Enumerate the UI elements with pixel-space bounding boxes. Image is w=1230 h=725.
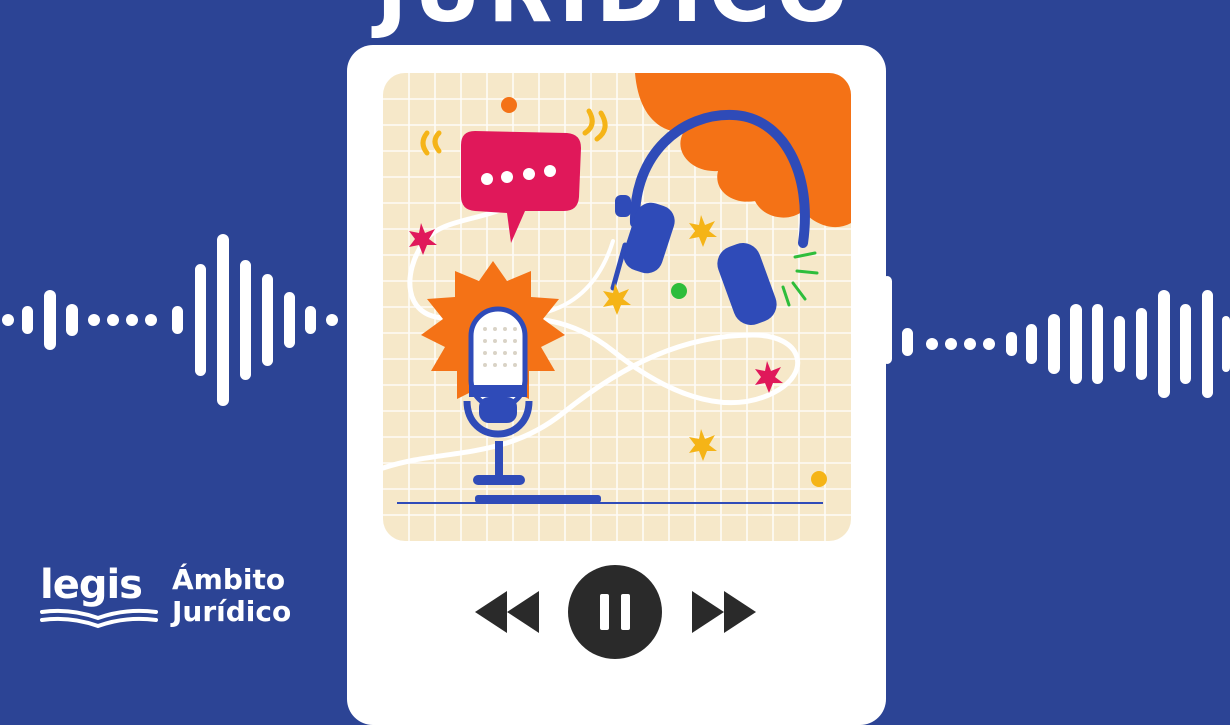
audio-waveform-left — [2, 234, 338, 406]
legis-wordmark: legis — [40, 562, 143, 608]
pause-button[interactable] — [567, 564, 663, 660]
brand-product-line1: Ámbito — [172, 563, 286, 596]
fast-forward-icon — [692, 591, 756, 633]
fast-forward-button[interactable] — [690, 589, 758, 635]
podcast-player-card — [347, 45, 886, 725]
podcast-illustration — [383, 73, 851, 541]
rewind-button[interactable] — [473, 589, 541, 635]
podcast-cover-art — [383, 73, 851, 541]
podcast-title: JURÍDICO — [0, 0, 1230, 42]
brand-product-line2: Jurídico — [172, 595, 292, 628]
audio-waveform-right — [882, 276, 1230, 398]
open-book-icon — [40, 608, 158, 629]
brand-product-name: Ámbito Jurídico — [172, 564, 291, 628]
brand-logo: legis Ámbito Jurídico — [40, 562, 330, 642]
rewind-icon — [475, 591, 539, 633]
player-controls — [347, 557, 886, 667]
